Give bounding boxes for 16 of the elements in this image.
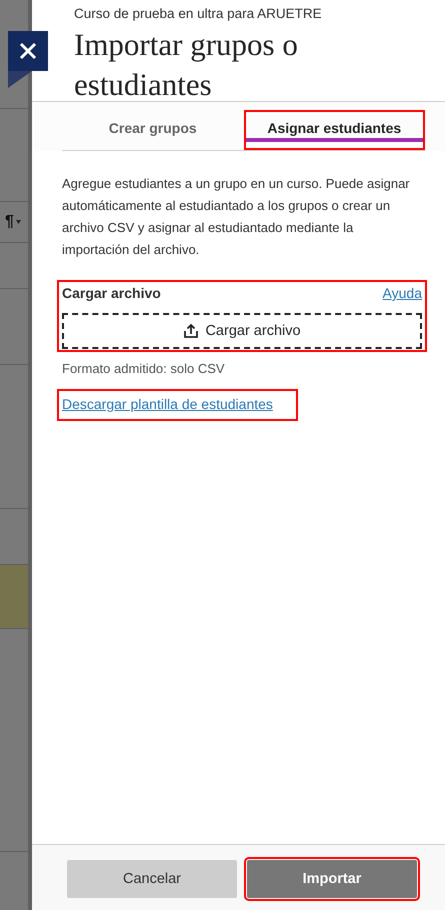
tab[interactable]: Crear grupos xyxy=(62,110,244,150)
upload-button[interactable]: Cargar archivo xyxy=(62,313,422,349)
format-note: Formato admitido: solo CSV xyxy=(62,361,226,376)
description: Agregue estudiantes a un grupo en un curso. Puede asignar automáticamente al estudiantado a los grupos o crear un archivo CSV y asignar al estudiantado mediante la importación del archivo. xyxy=(62,175,411,259)
upload-icon xyxy=(183,323,200,339)
template-link[interactable]: Descargar plantilla de estudiantes xyxy=(62,396,273,412)
caret-icon xyxy=(16,220,21,224)
cancel-button[interactable]: Cancelar xyxy=(67,860,237,898)
panel-title: Importar grupos o estudiantes xyxy=(74,26,299,104)
close-button[interactable] xyxy=(8,31,48,89)
course-name: Curso de prueba en ultra para ARUETRE xyxy=(74,6,323,21)
help-link[interactable]: Ayuda xyxy=(382,285,422,301)
tab[interactable]: Asignar estudiantes xyxy=(244,110,425,150)
import-button[interactable]: Importar xyxy=(247,860,417,898)
paragraph-symbol[interactable]: ¶ xyxy=(5,213,14,231)
upload-label: Cargar archivo xyxy=(62,285,161,301)
